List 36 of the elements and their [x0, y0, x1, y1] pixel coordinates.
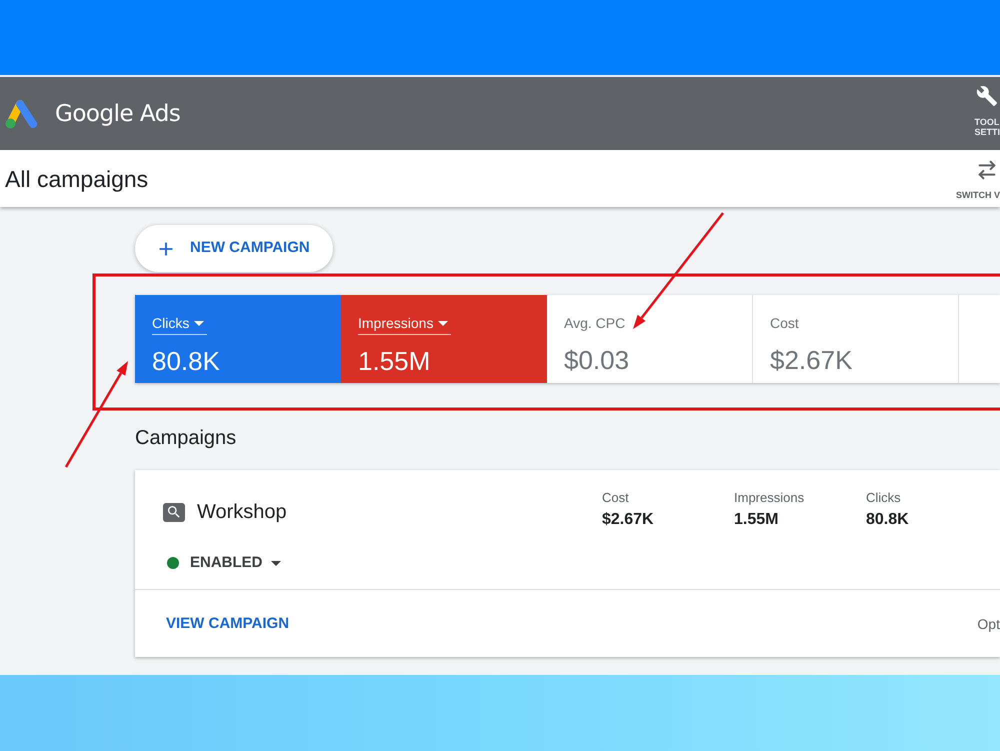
metric-label: Cost — [770, 314, 799, 333]
metric-label: Impressions — [358, 314, 452, 335]
metric-card[interactable]: Avg. CPC $0.03 — [547, 295, 753, 383]
metric-value: 80.8K — [152, 346, 221, 376]
options-label: Opt — [977, 614, 1000, 632]
swap-arrows-icon — [976, 159, 998, 181]
metric-card[interactable]: Clicks 80.8K — [135, 295, 341, 383]
metric-label: Avg. CPC — [564, 314, 626, 333]
stat-label: Cost — [602, 490, 629, 506]
metric-value: $2.67K — [770, 345, 854, 375]
stat-value: 80.8K — [866, 510, 909, 530]
wrench-icon — [976, 85, 998, 107]
status-dropdown[interactable]: ENABLED — [163, 553, 283, 573]
tools-settings-button[interactable]: TOOL SETTI — [972, 77, 1000, 150]
metric-card[interactable] — [959, 295, 1000, 383]
metric-card[interactable]: Cost $2.67K — [753, 295, 959, 383]
section-heading: Campaigns — [135, 426, 236, 450]
search-icon — [163, 502, 185, 522]
caret-icon — [194, 320, 204, 326]
stat-label: Impressions — [734, 490, 804, 506]
product-name: Google Ads — [55, 100, 180, 128]
metric-card[interactable]: Impressions 1.55M — [341, 295, 547, 383]
page-title: All campaigns — [5, 164, 148, 192]
logo-icon — [5, 98, 39, 128]
caret-icon — [270, 560, 281, 566]
stat-value: 1.55M — [734, 510, 778, 530]
switch-view-button[interactable]: SWITCH V — [956, 150, 1000, 207]
metric-value: $0.03 — [564, 345, 630, 375]
stat-value: $2.67K — [602, 510, 654, 530]
campaign-name: Workshop — [197, 500, 287, 524]
stat-label: Clicks — [866, 490, 901, 506]
view-campaign-link[interactable]: VIEW CAMPAIGN — [166, 614, 290, 634]
metric-value: 1.55M — [358, 346, 432, 376]
metric-label: Clicks — [152, 314, 208, 335]
caret-icon — [438, 320, 448, 326]
new-campaign-button[interactable]: NEW CAMPAIGN — [135, 225, 333, 272]
